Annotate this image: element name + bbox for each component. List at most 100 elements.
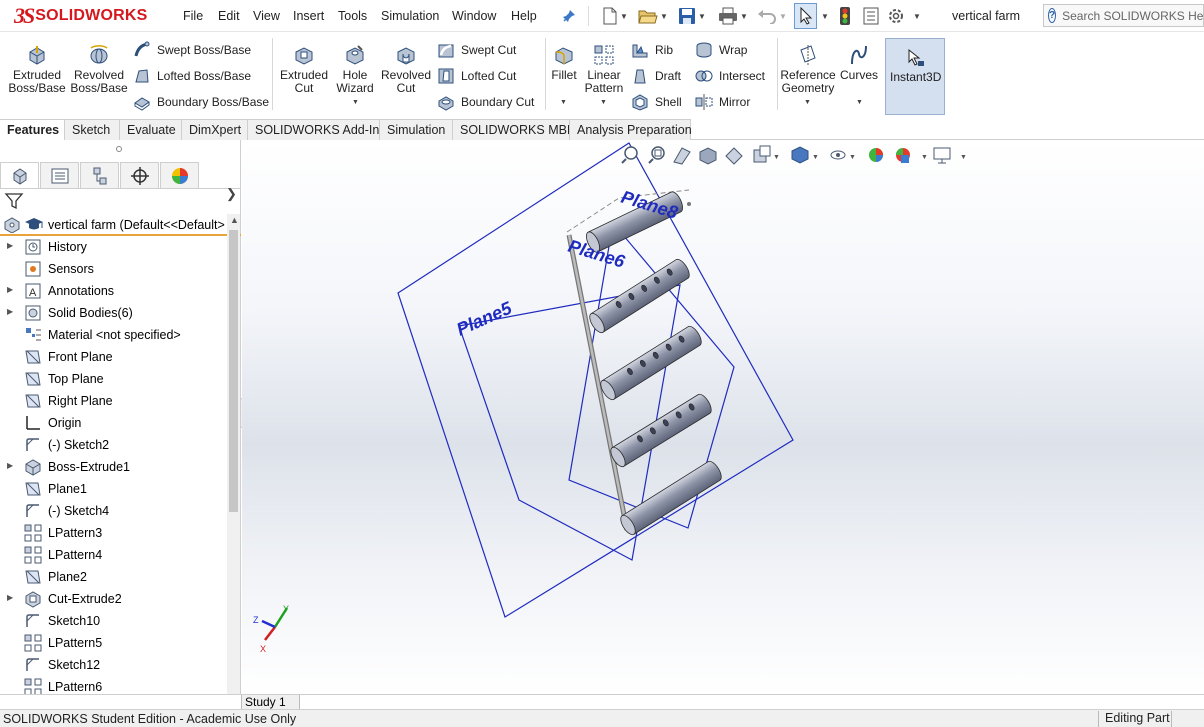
tab-analysis-preparation[interactable]: Analysis Preparation	[569, 119, 692, 140]
save-icon[interactable]: ▼	[678, 6, 706, 26]
tree-item-sketch12[interactable]: Sketch12	[0, 654, 226, 676]
tree-item-material-not-specified[interactable]: Material <not specified>	[0, 324, 226, 346]
select-cursor-icon[interactable]	[794, 3, 817, 29]
rib-button[interactable]: Rib	[631, 41, 673, 59]
print-icon[interactable]: ▼	[718, 6, 748, 26]
tab-solidworks-mbd[interactable]: SOLIDWORKS MBD	[452, 119, 576, 140]
scroll-thumb[interactable]	[229, 230, 238, 512]
filter-icon[interactable]	[4, 192, 24, 210]
extruded-boss-button[interactable]: Extruded Boss/Base	[8, 44, 66, 95]
zoom-to-area-icon[interactable]	[648, 146, 665, 164]
tree-item-solid-bodies-6[interactable]: ▶ Solid Bodies(6)	[0, 302, 226, 324]
tree-item-lpattern5[interactable]: LPattern5	[0, 632, 226, 654]
view-settings-icon[interactable]	[933, 147, 951, 164]
lofted-boss-button[interactable]: Lofted Boss/Base	[133, 67, 251, 85]
intersect-button[interactable]: Intersect	[695, 67, 765, 85]
tab-dimxpert-manager[interactable]	[120, 162, 159, 188]
hide-show-items-icon[interactable]	[830, 150, 846, 160]
tree-item-plane2[interactable]: Plane2	[0, 566, 226, 588]
hole-wizard-button[interactable]: Hole Wizard	[332, 44, 378, 95]
panel-grip-handle[interactable]	[116, 146, 122, 152]
boundary-cut-button[interactable]: Boundary Cut	[437, 93, 534, 111]
tree-item-lpattern3[interactable]: LPattern3	[0, 522, 226, 544]
rod-cylinder[interactable]	[618, 459, 724, 537]
extruded-cut-button[interactable]: Extruded Cut	[278, 44, 330, 95]
tree-item-history[interactable]: ▶ History	[0, 236, 226, 258]
menu-insert[interactable]: Insert	[293, 9, 324, 23]
expand-arrow-icon[interactable]: ▶	[7, 307, 13, 316]
menu-window[interactable]: Window	[452, 9, 496, 23]
edit-appearance-icon[interactable]	[869, 148, 883, 162]
swept-boss-button[interactable]: Swept Boss/Base	[133, 41, 251, 59]
tree-item-sensors[interactable]: Sensors	[0, 258, 226, 280]
chevron-right-icon[interactable]: ❯	[226, 186, 237, 202]
dynamic-annotation-icon[interactable]	[725, 147, 743, 165]
rebuild-traffic-light-icon[interactable]	[838, 6, 852, 26]
mirror-button[interactable]: Mirror	[695, 93, 750, 111]
expand-arrow-icon[interactable]: ▶	[7, 593, 13, 602]
zoom-to-fit-icon[interactable]	[621, 146, 638, 164]
boundary-boss-button[interactable]: Boundary Boss/Base	[133, 93, 269, 111]
tab-feature-tree[interactable]	[0, 162, 39, 188]
fillet-button[interactable]: Fillet	[549, 44, 579, 82]
solidworks-logo[interactable]: 3S SOLIDWORKS	[14, 3, 147, 28]
file-properties-icon[interactable]	[862, 6, 880, 26]
tab-property-manager[interactable]	[40, 162, 79, 188]
tab-study-1[interactable]: Study 1	[241, 695, 300, 710]
tree-vertical-scrollbar[interactable]: ▲	[227, 214, 240, 695]
apply-scene-icon[interactable]	[896, 148, 910, 163]
menu-file[interactable]: File	[183, 9, 203, 23]
tab-sketch[interactable]: Sketch	[64, 119, 120, 140]
rod-cylinder[interactable]	[587, 257, 692, 335]
options-gear-icon[interactable]: ▼	[887, 6, 921, 26]
lofted-cut-button[interactable]: Lofted Cut	[437, 67, 516, 85]
tree-item-cut-extrude2[interactable]: ▶ Cut-Extrude2	[0, 588, 226, 610]
tree-item-sketch2[interactable]: (-) Sketch2	[0, 434, 226, 456]
swept-cut-button[interactable]: Swept Cut	[437, 41, 516, 59]
linear-pattern-button[interactable]: Linear Pattern	[584, 44, 624, 95]
tab-dimxpert[interactable]: DimXpert	[181, 119, 248, 140]
tab-solidworks-add-ins[interactable]: SOLIDWORKS Add-Ins	[247, 119, 386, 140]
shell-button[interactable]: Shell	[631, 93, 682, 111]
expand-arrow-icon[interactable]: ▶	[7, 241, 13, 250]
reference-geometry-dropdown-icon[interactable]: ▼	[804, 99, 811, 106]
tree-item-sketch4[interactable]: (-) Sketch4	[0, 500, 226, 522]
menu-edit[interactable]: Edit	[218, 9, 240, 23]
graphics-viewport[interactable]: Plane8 Plane6 Plane5 Y X Z	[242, 140, 1204, 694]
rod-cylinder[interactable]	[598, 324, 704, 402]
wrap-button[interactable]: Wrap	[695, 41, 747, 59]
tree-item-front-plane[interactable]: Front Plane	[0, 346, 226, 368]
tree-item-plane1[interactable]: Plane1	[0, 478, 226, 500]
tree-item-origin[interactable]: Origin	[0, 412, 226, 434]
linear-pattern-dropdown-icon[interactable]: ▼	[600, 99, 607, 106]
menu-view[interactable]: View	[253, 9, 280, 23]
fillet-dropdown-icon[interactable]: ▼	[560, 99, 567, 106]
new-document-icon[interactable]: ▼	[602, 6, 628, 26]
tree-item-annotations[interactable]: ▶ A Annotations	[0, 280, 226, 302]
previous-view-icon[interactable]	[673, 147, 691, 165]
tab-simulation[interactable]: Simulation	[379, 119, 453, 140]
hole-wizard-dropdown-icon[interactable]: ▼	[352, 99, 359, 106]
revolved-boss-button[interactable]: Revolved Boss/Base	[70, 44, 128, 95]
select-dropdown-icon[interactable]: ▼	[819, 6, 829, 26]
tree-item-top-plane[interactable]: Top Plane	[0, 368, 226, 390]
reference-geometry-button[interactable]: Reference Geometry	[780, 44, 836, 95]
revolved-cut-button[interactable]: Revolved Cut	[381, 44, 431, 95]
view-orientation-icon[interactable]	[753, 145, 771, 163]
tab-configuration-manager[interactable]	[80, 162, 119, 188]
menu-simulation[interactable]: Simulation	[381, 9, 439, 23]
expand-arrow-icon[interactable]: ▶	[7, 461, 13, 470]
menu-help[interactable]: Help	[511, 9, 537, 23]
tree-item-sketch10[interactable]: Sketch10	[0, 610, 226, 632]
tree-item-lpattern4[interactable]: LPattern4	[0, 544, 226, 566]
pin-icon[interactable]	[561, 6, 577, 26]
tree-item-boss-extrude1[interactable]: ▶ Boss-Extrude1	[0, 456, 226, 478]
curves-dropdown-icon[interactable]: ▼	[856, 99, 863, 106]
open-folder-icon[interactable]: ▼	[638, 6, 668, 26]
instant3d-button[interactable]: Instant3D	[885, 38, 945, 115]
curves-button[interactable]: Curves	[840, 44, 878, 82]
help-search-box[interactable]: ? Search SOLIDWORKS Help	[1043, 4, 1204, 27]
draft-button[interactable]: Draft	[631, 67, 681, 85]
scroll-up-arrow-icon[interactable]: ▲	[230, 215, 239, 225]
tab-features[interactable]: Features	[0, 119, 65, 140]
